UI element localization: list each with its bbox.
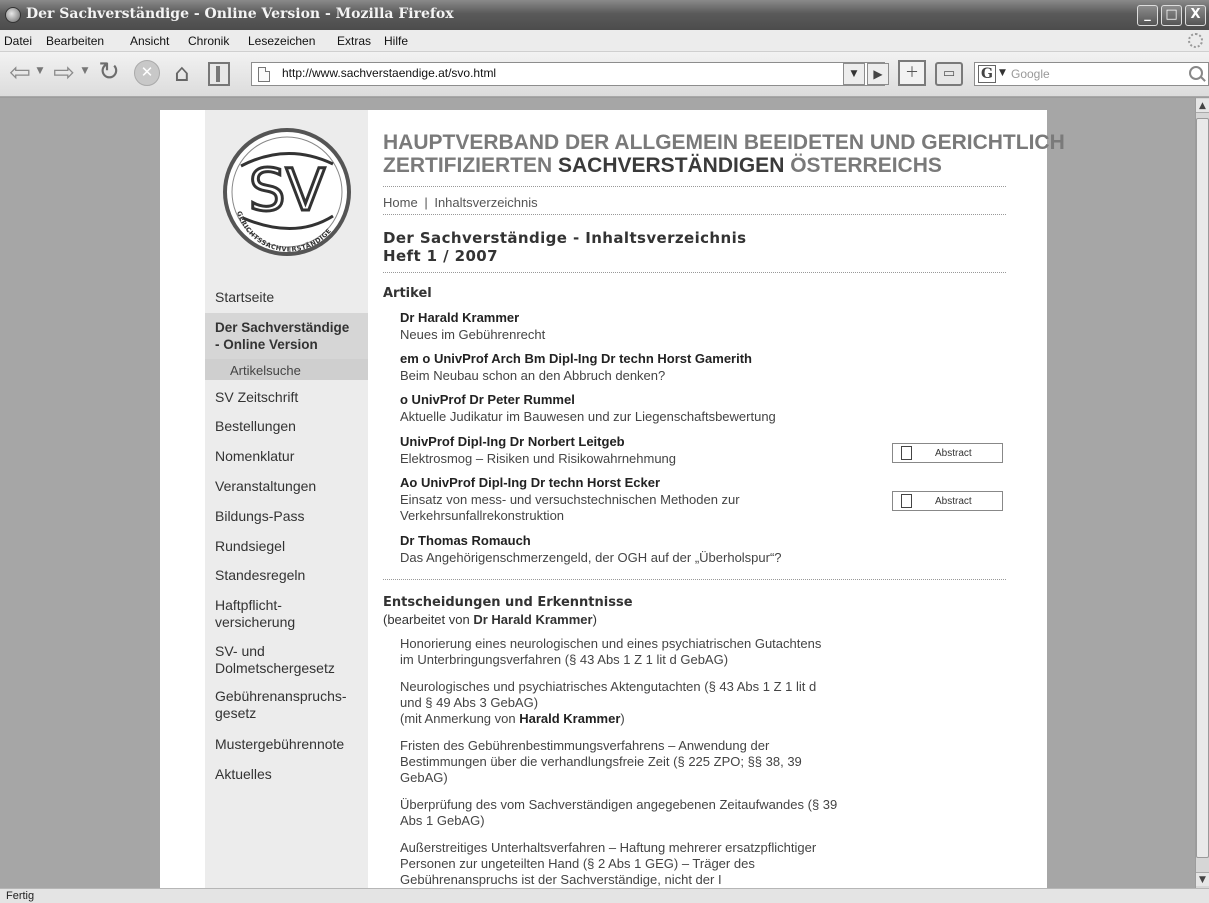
sidebar-item-sv-dolmetschergesetz[interactable]: SV- und Dolmetschergesetz bbox=[215, 643, 367, 677]
decision-item[interactable]: Überprüfung des vom Sachverständigen ang… bbox=[400, 797, 837, 829]
document-icon bbox=[901, 446, 912, 460]
logo-letters: SV bbox=[249, 156, 326, 224]
url-bar[interactable]: http://www.sachverstaendige.at/svo.html bbox=[251, 62, 885, 86]
status-bar: Fertig bbox=[0, 888, 1209, 903]
throbber-icon bbox=[1188, 33, 1203, 48]
sidebar-item-rundsiegel[interactable]: Rundsiegel bbox=[215, 538, 367, 555]
header-line-2: ZERTIFIZIERTEN SACHVERSTÄNDIGEN ÖSTERREI… bbox=[383, 154, 942, 177]
print-icon[interactable]: ▭ bbox=[935, 62, 963, 86]
sidebar-item-online-version[interactable]: Der Sachverständige - Online Version bbox=[215, 319, 367, 353]
url-text[interactable]: http://www.sachverstaendige.at/svo.html bbox=[282, 66, 496, 80]
sidebar-item-artikelsuche[interactable]: Artikelsuche bbox=[230, 362, 382, 379]
go-arrow-icon[interactable]: ▶ bbox=[867, 63, 889, 85]
menu-extras[interactable]: Extras bbox=[337, 34, 371, 48]
menu-chronik[interactable]: Chronik bbox=[188, 34, 229, 48]
article-title[interactable]: Das Angehörigenschmerzengeld, der OGH au… bbox=[400, 550, 782, 566]
firefox-icon bbox=[5, 7, 21, 23]
new-tab-icon[interactable]: ＋ bbox=[898, 60, 926, 86]
article-author[interactable]: Dr Thomas Romauch bbox=[400, 533, 531, 548]
sidebar-item-sv-zeitschrift[interactable]: SV Zeitschrift bbox=[215, 389, 367, 406]
back-arrow-icon[interactable]: ⇦ bbox=[6, 60, 34, 88]
sidebar-item-bildungs-pass[interactable]: Bildungs-Pass bbox=[215, 508, 367, 525]
article-author[interactable]: em o UnivProf Arch Bm Dipl-Ing Dr techn … bbox=[400, 351, 752, 366]
sidebar-item-haftpflicht[interactable]: Haftpflicht- versicherung bbox=[215, 597, 367, 631]
minimize-button[interactable]: _ bbox=[1137, 5, 1158, 26]
article-title[interactable]: Einsatz von mess- und versuchstechnische… bbox=[400, 492, 740, 524]
breadcrumb-current[interactable]: Inhaltsverzeichnis bbox=[434, 195, 537, 210]
window-title: Der Sachverständige - Online Version - M… bbox=[26, 6, 454, 22]
sidebar-item-bestellungen[interactable]: Bestellungen bbox=[215, 418, 367, 435]
google-engine-icon[interactable]: G bbox=[978, 65, 996, 83]
reload-icon[interactable]: ↻ bbox=[94, 58, 124, 88]
search-bar[interactable]: G ▼ Google bbox=[974, 62, 1209, 86]
header-line-1: HAUPTVERBAND DER ALLGEMEIN BEEIDETEN UND… bbox=[383, 131, 1065, 154]
sidebar-item-mustergebuehrennote[interactable]: Mustergebührennote bbox=[215, 736, 367, 753]
article-author[interactable]: Dr Harald Krammer bbox=[400, 310, 519, 325]
menu-bearbeiten[interactable]: Bearbeiten bbox=[46, 34, 104, 48]
decision-item[interactable]: Fristen des Gebührenbestimmungsverfahren… bbox=[400, 738, 802, 786]
status-text: Fertig bbox=[6, 890, 35, 902]
section-heading-entscheidungen: Entscheidungen und Erkenntnisse bbox=[383, 595, 633, 610]
breadcrumb-home-link[interactable]: Home bbox=[383, 195, 418, 210]
menu-datei[interactable]: Datei bbox=[4, 34, 32, 48]
url-history-dropdown-icon[interactable]: ▼ bbox=[843, 63, 865, 85]
stop-icon[interactable]: ✕ bbox=[134, 60, 160, 86]
article-title[interactable]: Neues im Gebührenrecht bbox=[400, 327, 545, 343]
article-title[interactable]: Aktuelle Judikatur im Bauwesen und zur L… bbox=[400, 409, 776, 425]
site-header: HAUPTVERBAND DER ALLGEMEIN BEEIDETEN UND… bbox=[383, 131, 1065, 177]
close-button[interactable]: X bbox=[1185, 5, 1206, 26]
sidebar-item-gebuehrenanspruchsgesetz[interactable]: Gebührenanspruchs- gesetz bbox=[215, 688, 367, 722]
breadcrumb-separator: | bbox=[424, 195, 428, 210]
page-title: Der Sachverständige - Inhaltsverzeichnis… bbox=[383, 229, 747, 265]
menu-ansicht[interactable]: Ansicht bbox=[130, 34, 169, 48]
search-icon[interactable] bbox=[1189, 66, 1203, 80]
divider bbox=[383, 214, 1006, 215]
sidebar-item-startseite[interactable]: Startseite bbox=[215, 289, 367, 306]
sidebar-item-nomenklatur[interactable]: Nomenklatur bbox=[215, 448, 367, 465]
back-dropdown-icon[interactable]: ▼ bbox=[35, 66, 45, 76]
abstract-button[interactable]: Abstract bbox=[892, 491, 1003, 511]
scrollbar-thumb[interactable] bbox=[1196, 118, 1209, 858]
menu-bar: Datei Bearbeiten Ansicht Chronik Lesezei… bbox=[0, 30, 1209, 52]
decision-item[interactable]: Neurologisches und psychiatrisches Akten… bbox=[400, 679, 816, 727]
sidebar-item-veranstaltungen[interactable]: Veranstaltungen bbox=[215, 478, 367, 495]
article-title[interactable]: Elektrosmog – Risiken und Risikowahrnehm… bbox=[400, 451, 676, 467]
search-input[interactable]: Google bbox=[1011, 67, 1050, 81]
forward-dropdown-icon[interactable]: ▼ bbox=[80, 66, 90, 76]
sv-logo: SV GERICHTSSACHVERSTÄNDIGE bbox=[223, 128, 351, 256]
decision-item[interactable]: Außerstreitiges Unterhaltsverfahren – Ha… bbox=[400, 840, 816, 888]
article-author[interactable]: o UnivProf Dr Peter Rummel bbox=[400, 392, 575, 407]
forward-arrow-icon[interactable]: ⇨ bbox=[50, 60, 78, 88]
section-heading-artikel: Artikel bbox=[383, 286, 432, 301]
engine-dropdown-icon[interactable]: ▼ bbox=[999, 68, 1006, 78]
divider bbox=[383, 186, 1006, 187]
abstract-button[interactable]: Abstract bbox=[892, 443, 1003, 463]
article-title[interactable]: Beim Neubau schon an den Abbruch denken? bbox=[400, 368, 665, 384]
breadcrumb: Home | Inhaltsverzeichnis bbox=[383, 195, 538, 210]
divider bbox=[383, 272, 1006, 273]
article-author[interactable]: Ao UnivProf Dipl-Ing Dr techn Horst Ecke… bbox=[400, 475, 660, 490]
sidebar-item-standesregeln[interactable]: Standesregeln bbox=[215, 567, 367, 584]
divider bbox=[383, 579, 1006, 580]
sidebar-item-aktuelles[interactable]: Aktuelles bbox=[215, 766, 367, 783]
title-bar: Der Sachverständige - Online Version - M… bbox=[0, 0, 1209, 30]
menu-hilfe[interactable]: Hilfe bbox=[384, 34, 408, 48]
decisions-editor: (bearbeitet von Dr Harald Krammer) bbox=[383, 612, 597, 627]
scroll-up-icon[interactable]: ▲ bbox=[1196, 99, 1209, 113]
sidebar-toggle-icon[interactable] bbox=[208, 62, 230, 86]
page-favicon-icon bbox=[258, 67, 270, 82]
home-icon[interactable]: ⌂ bbox=[167, 59, 197, 89]
menu-lesezeichen[interactable]: Lesezeichen bbox=[248, 34, 315, 48]
document-icon bbox=[901, 494, 912, 508]
maximize-button[interactable]: □ bbox=[1161, 5, 1182, 26]
decision-item[interactable]: Honorierung eines neurologischen und ein… bbox=[400, 636, 821, 668]
scroll-down-icon[interactable]: ▼ bbox=[1196, 872, 1209, 886]
article-author[interactable]: UnivProf Dipl-Ing Dr Norbert Leitgeb bbox=[400, 434, 625, 449]
